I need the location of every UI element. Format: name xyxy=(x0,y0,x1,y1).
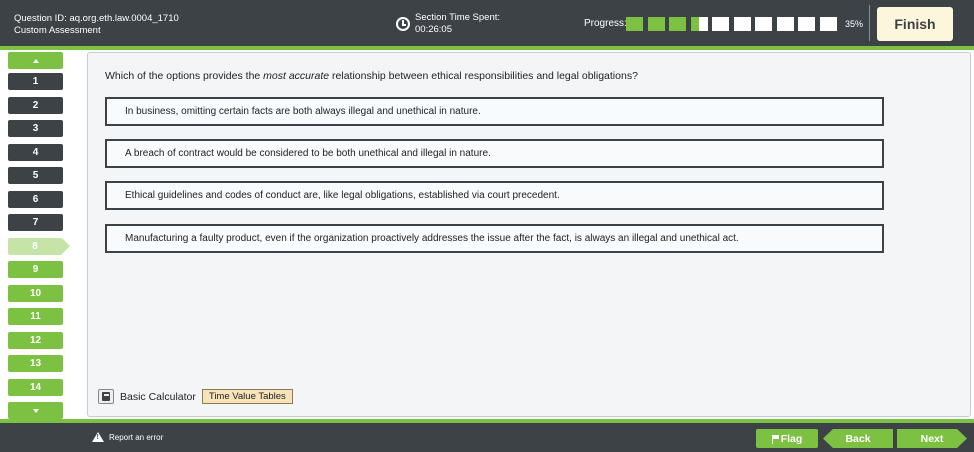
sidebar-item-7[interactable]: 7 xyxy=(8,214,63,231)
answer-option-1[interactable]: In business, omitting certain facts are … xyxy=(105,97,884,126)
flag-icon xyxy=(771,434,779,444)
answer-option-4[interactable]: Manufacturing a faulty product, even if … xyxy=(105,224,884,253)
top-header: Question ID: aq.org.eth.law.0004_1710 Cu… xyxy=(0,0,974,46)
progress-percent: 35% xyxy=(845,19,864,29)
progress-segment xyxy=(626,17,643,31)
time-label: Section Time Spent: xyxy=(415,12,501,23)
question-text: Which of the options provides the most a… xyxy=(105,70,638,82)
scroll-down-button[interactable] xyxy=(8,402,63,419)
sidebar-item-3[interactable]: 3 xyxy=(8,120,63,137)
sidebar-item-1[interactable]: 1 xyxy=(8,73,63,90)
answer-option-2[interactable]: A breach of contract would be considered… xyxy=(105,139,884,168)
sidebar-item-12[interactable]: 12 xyxy=(8,331,63,349)
flag-button[interactable]: Flag xyxy=(756,429,818,448)
report-error-link[interactable]: Report an error xyxy=(92,432,163,442)
sidebar-item-9[interactable]: 9 xyxy=(8,261,63,278)
progress-segment xyxy=(776,17,794,31)
report-error-label: Report an error xyxy=(109,432,164,442)
question-info: Question ID: aq.org.eth.law.0004_1710 Cu… xyxy=(14,13,179,37)
back-button[interactable]: Back xyxy=(823,429,893,448)
answer-option-3[interactable]: Ethical guidelines and codes of conduct … xyxy=(105,181,884,210)
header-accent-bar xyxy=(0,46,974,50)
sidebar-item-5[interactable]: 5 xyxy=(8,167,63,184)
time-value-tables-button[interactable]: Time Value Tables xyxy=(201,389,293,404)
sidebar-item-6[interactable]: 6 xyxy=(8,190,63,208)
progress-segment xyxy=(798,17,815,31)
question-id: Question ID: aq.org.eth.law.0004_1710 xyxy=(14,13,179,24)
sidebar-item-2[interactable]: 2 xyxy=(8,96,63,114)
header-divider xyxy=(869,5,870,41)
progress-label: Progress: xyxy=(584,18,627,29)
progress-segment xyxy=(690,17,708,31)
calculator-label[interactable]: Basic Calculator xyxy=(120,391,196,403)
chevron-down-icon xyxy=(32,408,39,413)
section-timer: Section Time Spent: 00:26:05 xyxy=(396,12,500,36)
clock-icon xyxy=(396,17,410,31)
question-panel: Which of the options provides the most a… xyxy=(87,52,971,417)
time-value: 00:26:05 xyxy=(415,24,452,35)
sidebar-item-8[interactable]: 8 xyxy=(8,237,70,255)
progress-segment xyxy=(755,17,772,31)
progress-segment xyxy=(712,17,729,31)
sidebar-item-10[interactable]: 10 xyxy=(8,284,63,302)
warning-icon xyxy=(92,432,104,442)
progress-segment xyxy=(733,17,751,31)
sidebar-item-13[interactable]: 13 xyxy=(8,355,63,372)
bottom-footer: Report an error Flag Back Next xyxy=(0,423,974,452)
sidebar-item-4[interactable]: 4 xyxy=(8,143,63,161)
progress-segment xyxy=(669,17,686,31)
calculator-icon[interactable] xyxy=(98,389,114,404)
tools-bar: Basic Calculator Time Value Tables xyxy=(98,389,293,404)
progress-segment xyxy=(819,17,837,31)
progress-segment xyxy=(647,17,665,31)
progress-bar xyxy=(626,17,841,31)
question-emphasis: most accurate xyxy=(263,70,330,82)
next-button[interactable]: Next xyxy=(897,429,967,448)
sidebar-item-11[interactable]: 11 xyxy=(8,308,63,325)
scroll-up-button[interactable] xyxy=(8,52,63,69)
sidebar-item-14[interactable]: 14 xyxy=(8,378,63,396)
chevron-up-icon xyxy=(32,58,39,63)
finish-button[interactable]: Finish xyxy=(877,7,953,41)
assessment-name: Custom Assessment xyxy=(14,25,101,36)
